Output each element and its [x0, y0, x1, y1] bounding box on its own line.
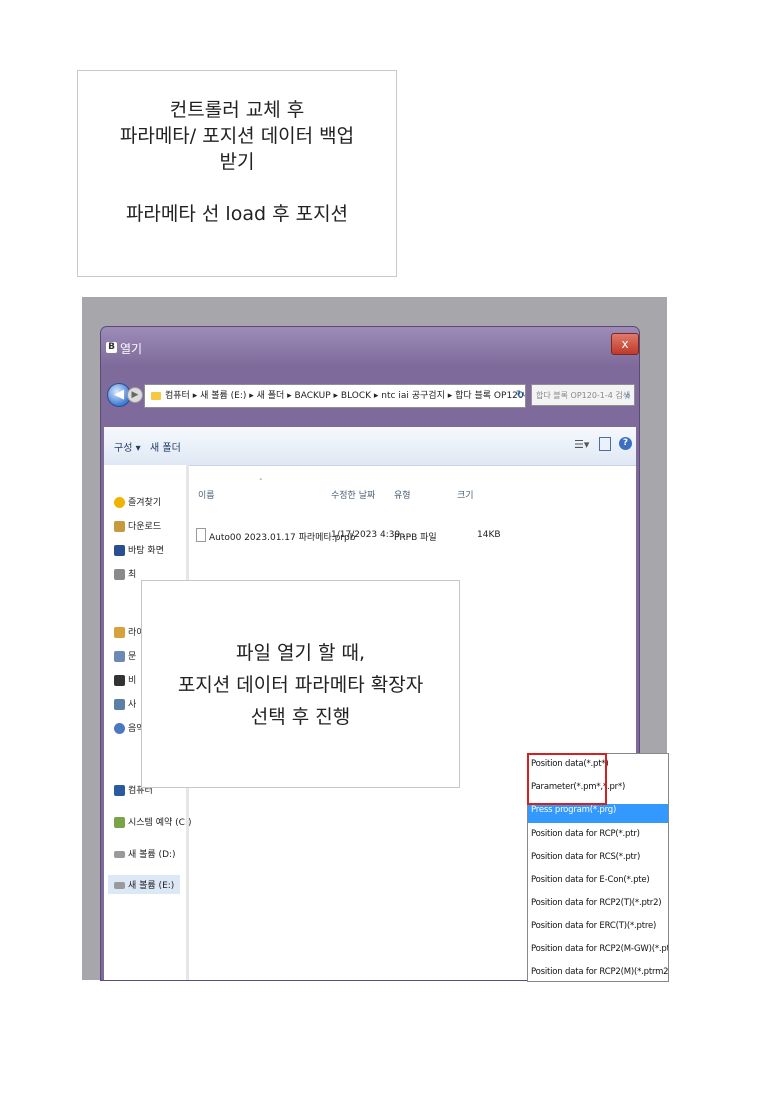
sort-caret-icon: ˄ — [259, 478, 263, 486]
search-placeholder: 합다 블록 OP120-1-4 검색 — [536, 391, 631, 400]
address-bar[interactable]: 컴퓨터 ▸ 새 볼륨 (E:) ▸ 새 폴더 ▸ BACKUP ▸ BLOCK … — [144, 384, 526, 408]
file-icon — [196, 528, 206, 542]
address-row: ◀ ▶ 컴퓨터 ▸ 새 볼륨 (E:) ▸ 새 폴더 ▸ BACKUP ▸ BL… — [101, 379, 639, 413]
refresh-icon[interactable]: ↻ — [516, 384, 530, 406]
table-row[interactable]: Auto00 2023.01.17 파라메타.prpb 1/17/2023 4:… — [196, 526, 516, 552]
drive-icon — [114, 882, 125, 889]
note-top-line4: 파라메타 선 load 후 포지션 — [125, 203, 349, 225]
sidebar-item-favorites[interactable]: 즐겨찾기 — [114, 495, 161, 508]
note-box-middle: 파일 열기 할 때, 포지션 데이터 파라메타 확장자 선택 후 진행 — [141, 580, 460, 788]
dialog-app-icon: B — [106, 342, 117, 353]
folder-icon — [151, 391, 161, 400]
sidebar-item-downloads[interactable]: 다운로드 — [114, 519, 161, 532]
picture-icon — [114, 699, 125, 710]
note-top-line3: 받기 — [219, 151, 255, 173]
highlight-box — [527, 753, 607, 805]
option-press-program[interactable]: Press program(*.prg) — [528, 804, 668, 823]
note-middle-line2: 포지션 데이터 파라메타 확장자 — [177, 674, 424, 696]
video-icon — [114, 675, 125, 686]
column-type[interactable]: 유형 — [394, 488, 411, 501]
star-icon — [114, 497, 125, 508]
sidebar-item-drive-d[interactable]: 새 볼륨 (D:) — [114, 847, 176, 860]
library-icon — [114, 627, 125, 638]
column-name[interactable]: 이름 — [198, 488, 215, 501]
address-path: 컴퓨터 ▸ 새 볼륨 (E:) ▸ 새 폴더 ▸ BACKUP ▸ BLOCK … — [165, 391, 526, 401]
view-options-icon[interactable]: ☰▾ — [574, 438, 589, 451]
help-icon[interactable]: ? — [619, 437, 632, 450]
sidebar-item-desktop[interactable]: 바탕 화면 — [114, 543, 164, 556]
dialog-toolbar: 구성 ▾ 새 폴더 ☰▾ ? — [104, 427, 636, 466]
option-position-rcp2m-gw[interactable]: Position data for RCP2(M-GW)(*.ptr2) — [531, 944, 668, 954]
sidebar-item-recent[interactable]: 최 — [114, 567, 136, 580]
option-position-rcp[interactable]: Position data for RCP(*.ptr) — [531, 829, 640, 839]
sidebar-item-documents[interactable]: 문 — [114, 649, 136, 662]
sidebar-item-videos[interactable]: 비 — [114, 673, 136, 686]
computer-icon — [114, 785, 125, 796]
download-folder-icon — [114, 521, 125, 532]
note-top-line2: 파라메타/ 포지션 데이터 백업 — [119, 125, 355, 147]
sidebar-item-drive-e[interactable]: 새 볼륨 (E:) — [108, 875, 181, 894]
forward-arrow-icon[interactable]: ▶ — [127, 387, 143, 403]
file-size: 14KB — [477, 530, 501, 540]
option-position-rcs[interactable]: Position data for RCS(*.ptr) — [531, 852, 640, 862]
sidebar-item-music[interactable]: 음악 — [114, 721, 145, 734]
note-top-line1: 컨트롤러 교체 후 — [169, 99, 305, 121]
search-input[interactable]: 합다 블록 OP120-1-4 검색 ⌕ — [531, 384, 635, 406]
organize-button[interactable]: 구성 ▾ — [114, 439, 141, 454]
option-position-rcp2t[interactable]: Position data for RCP2(T)(*.ptr2) — [531, 898, 662, 908]
option-position-econ[interactable]: Position data for E-Con(*.pte) — [531, 875, 650, 885]
search-icon[interactable]: ⌕ — [625, 385, 631, 405]
preview-pane-icon[interactable] — [599, 437, 611, 451]
document-icon — [114, 651, 125, 662]
file-type: PRPB 파일 — [394, 533, 437, 543]
option-position-rcp2m[interactable]: Position data for RCP2(M)(*.ptrm2) — [531, 967, 668, 977]
dialog-titlebar[interactable]: B 열기 x — [101, 327, 639, 365]
recent-icon — [114, 569, 125, 580]
column-date[interactable]: 수정한 날짜 — [331, 488, 375, 501]
dialog-title: 열기 — [120, 342, 143, 356]
sidebar-item-libraries[interactable]: 라이 — [114, 625, 145, 638]
note-box-top: 컨트롤러 교체 후 파라메타/ 포지션 데이터 백업 받기 파라메타 선 loa… — [77, 70, 397, 277]
sidebar-item-drive-c[interactable]: 시스템 예약 (C:) — [114, 815, 191, 828]
note-middle-line3: 선택 후 진행 — [250, 706, 351, 728]
column-size[interactable]: 크기 — [457, 488, 474, 501]
music-icon — [114, 723, 125, 734]
option-position-erct[interactable]: Position data for ERC(T)(*.ptre) — [531, 921, 656, 931]
note-middle-line1: 파일 열기 할 때, — [235, 642, 366, 664]
new-folder-button[interactable]: 새 폴더 — [150, 439, 181, 454]
drive-icon — [114, 817, 125, 828]
close-button[interactable]: x — [611, 333, 639, 355]
desktop-icon — [114, 545, 125, 556]
sidebar-item-pictures[interactable]: 사 — [114, 697, 136, 710]
drive-icon — [114, 851, 125, 858]
